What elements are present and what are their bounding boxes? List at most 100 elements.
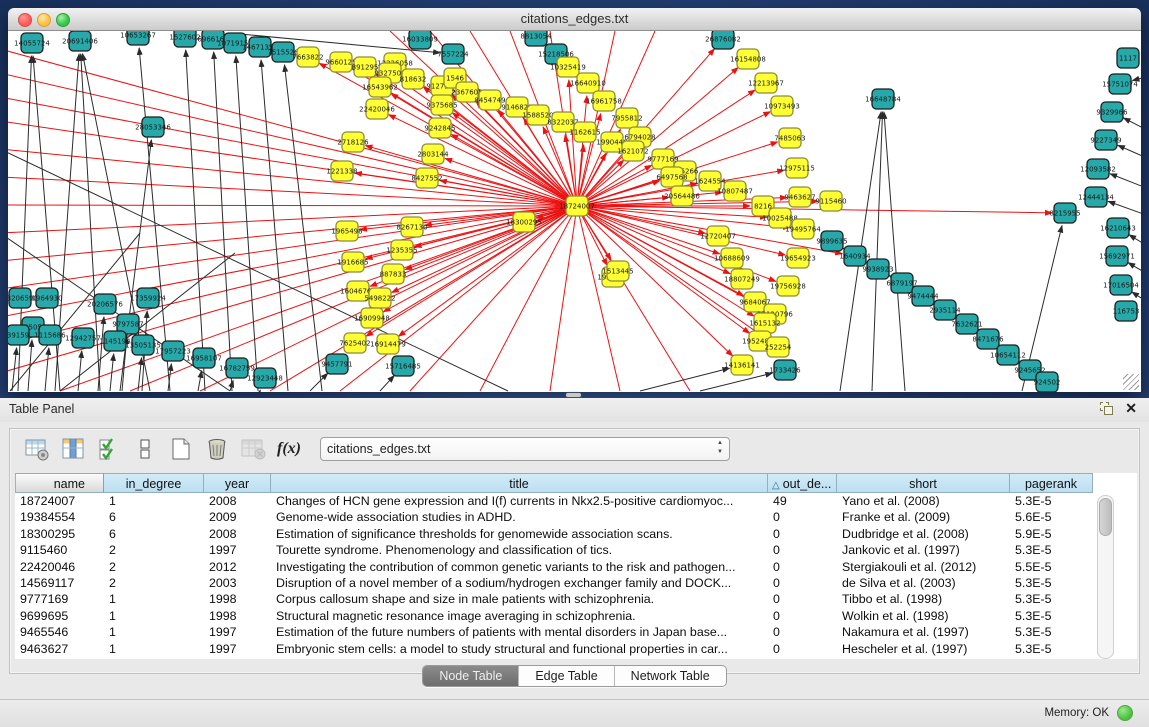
graph-node[interactable]: 9938923 [862, 259, 893, 279]
graph-node[interactable]: 12093582 [1080, 159, 1116, 179]
graph-node[interactable]: 7485063 [774, 128, 805, 148]
delete-table-button[interactable] [238, 434, 268, 464]
column-header-name[interactable]: name [15, 473, 104, 493]
table-row[interactable]: 1830029562008Estimation of significance … [15, 526, 1137, 542]
tab-network-table[interactable]: Network Table [615, 666, 726, 686]
graph-node[interactable]: 12975115 [779, 158, 815, 178]
graph-node[interactable]: 9899635 [816, 231, 847, 251]
graph-node[interactable]: 1733426 [769, 360, 801, 380]
graph-node[interactable]: 7625402 [339, 333, 370, 353]
graph-node[interactable]: 19756928 [770, 276, 806, 296]
row-height-button[interactable] [130, 434, 160, 464]
graph-node[interactable]: 8267130 [396, 217, 427, 237]
graph-node[interactable]: 8813054 [520, 31, 552, 46]
graph-node[interactable]: 2718126 [337, 132, 369, 152]
graph-node[interactable]: 924502 [1034, 372, 1061, 392]
column-header-in-degree[interactable]: in_degree [104, 473, 204, 493]
column-header-short[interactable]: short [837, 473, 1010, 493]
graph-node[interactable]: 10653267 [120, 31, 156, 45]
table-row[interactable]: 1938455462009Genome-wide association stu… [15, 509, 1137, 525]
delete-column-button[interactable] [202, 434, 232, 464]
citation-network-graph[interactable]: 1405572420691406106532671527602696616010… [8, 31, 1141, 392]
graph-node[interactable]: 1117 [1117, 48, 1139, 68]
graph-node[interactable]: 12444134 [1078, 187, 1114, 207]
graph-node[interactable]: 1235355 [386, 240, 417, 260]
graph-node[interactable]: 15751074 [1102, 74, 1138, 94]
graph-node[interactable]: 16210643 [1100, 218, 1136, 238]
graph-node[interactable]: 9329966 [1096, 102, 1128, 122]
table-row[interactable]: 911546021997Tourette syndrome. Phenomeno… [15, 542, 1137, 558]
column-header-title[interactable]: title [271, 473, 768, 493]
graph-node[interactable]: 252254 [765, 337, 792, 357]
table-row[interactable]: 946362711997Embryonic stem cells: a mode… [15, 641, 1137, 657]
graph-node[interactable]: 14055724 [14, 33, 50, 53]
graph-node[interactable]: 9457791 [321, 354, 352, 374]
scrollbar-thumb[interactable] [1099, 498, 1112, 536]
graph-node[interactable]: 1964930 [31, 288, 62, 308]
graph-node[interactable]: 6497568 [656, 167, 687, 187]
splitter-handle[interactable] [566, 393, 581, 397]
graph-node[interactable]: 17016504 [1103, 275, 1139, 295]
graph-node[interactable]: 16914479 [370, 334, 406, 354]
graph-node[interactable]: 2803144 [417, 144, 449, 164]
graph-node[interactable]: 887833 [380, 264, 407, 284]
table-row[interactable]: 969969511998Structural magnetic resonanc… [15, 608, 1137, 624]
network-window[interactable]: citations_edges.txt 14055724 20691406 1065… [8, 8, 1141, 392]
graph-node[interactable]: 9227349 [1090, 130, 1121, 150]
graph-node[interactable]: 8427552 [411, 168, 442, 188]
graph-node[interactable]: 39159 [8, 325, 29, 345]
graph-node[interactable]: 1513445 [602, 261, 633, 281]
graph-node[interactable]: 1916685 [337, 252, 368, 272]
table-row[interactable]: 2242004622012Investigating the contribut… [15, 559, 1137, 575]
graph-node[interactable]: 14136141 [724, 355, 760, 375]
graph-node[interactable]: 9242845 [424, 118, 455, 138]
column-header-pagerank[interactable]: pagerank [1010, 473, 1093, 493]
network-window-titlebar[interactable]: citations_edges.txt [8, 8, 1141, 31]
close-panel-icon[interactable]: ✕ [1125, 401, 1137, 415]
network-canvas[interactable]: 1405572420691406106532671527602696616010… [8, 31, 1141, 392]
graph-node[interactable]: 15716485 [385, 356, 421, 376]
table-row[interactable]: 946554611997Estimation of the future num… [15, 624, 1137, 640]
table-source-select[interactable]: citations_edges.txt ▲▼ [320, 437, 730, 461]
graph-node[interactable]: 9375685 [426, 95, 457, 115]
graph-node[interactable]: 1621072 [617, 141, 648, 161]
column-header-out-de---[interactable]: △out_de... [768, 473, 837, 493]
graph-node[interactable]: 1640934 [839, 246, 871, 266]
graph-node[interactable]: 10973493 [764, 96, 800, 116]
column-header-year[interactable]: year [204, 473, 271, 493]
graph-node[interactable]: 9463627 [784, 187, 815, 207]
graph-node[interactable]: 9115460 [815, 191, 846, 211]
graph-node[interactable]: 7557224 [437, 44, 469, 64]
graph-node[interactable]: 818632 [400, 69, 427, 89]
graph-node[interactable]: 19654923 [780, 248, 816, 268]
graph-node[interactable]: 1965498 [331, 221, 362, 241]
tab-edge-table[interactable]: Edge Table [519, 666, 614, 686]
graph-node[interactable]: 1115686 [34, 325, 66, 345]
function-builder-button[interactable]: f(x) [274, 434, 304, 464]
window-resize-grip-icon[interactable] [1123, 374, 1139, 390]
graph-node[interactable]: 1527602 [169, 31, 200, 47]
graph-node[interactable]: 7663822 [292, 47, 323, 67]
graph-node[interactable]: 16648784 [865, 89, 901, 109]
show-columns-button[interactable] [58, 434, 88, 464]
new-column-button[interactable] [166, 434, 196, 464]
table-row[interactable]: 977716911998Corpus callosum shape and si… [15, 591, 1137, 607]
graph-node[interactable]: 12213967 [748, 73, 784, 93]
graph-node[interactable]: 116753 [1113, 301, 1140, 321]
graph-node[interactable]: 18807249 [724, 269, 760, 289]
graph-node[interactable]: 7955812 [611, 108, 642, 128]
graph-node[interactable]: 1221338 [326, 161, 357, 181]
float-panel-icon[interactable] [1100, 402, 1113, 415]
graph-node[interactable]: 16154808 [730, 49, 766, 69]
table-row[interactable]: 1872400712008Changes of HCN gene express… [15, 493, 1137, 509]
graph-node[interactable]: 26876082 [705, 31, 741, 49]
table-row[interactable]: 1456911722003Disruption of a novel membe… [15, 575, 1137, 591]
vertical-scrollbar[interactable] [1097, 495, 1114, 659]
graph-node[interactable]: 16961758 [586, 91, 622, 111]
select-rows-button[interactable] [94, 434, 124, 464]
graph-node[interactable]: 20691406 [62, 31, 98, 51]
graph-node[interactable]: 5498222 [364, 288, 395, 308]
tab-node-table[interactable]: Node Table [423, 666, 519, 686]
table-mode-button[interactable] [22, 434, 52, 464]
graph-node[interactable]: 8215955 [1049, 203, 1080, 223]
